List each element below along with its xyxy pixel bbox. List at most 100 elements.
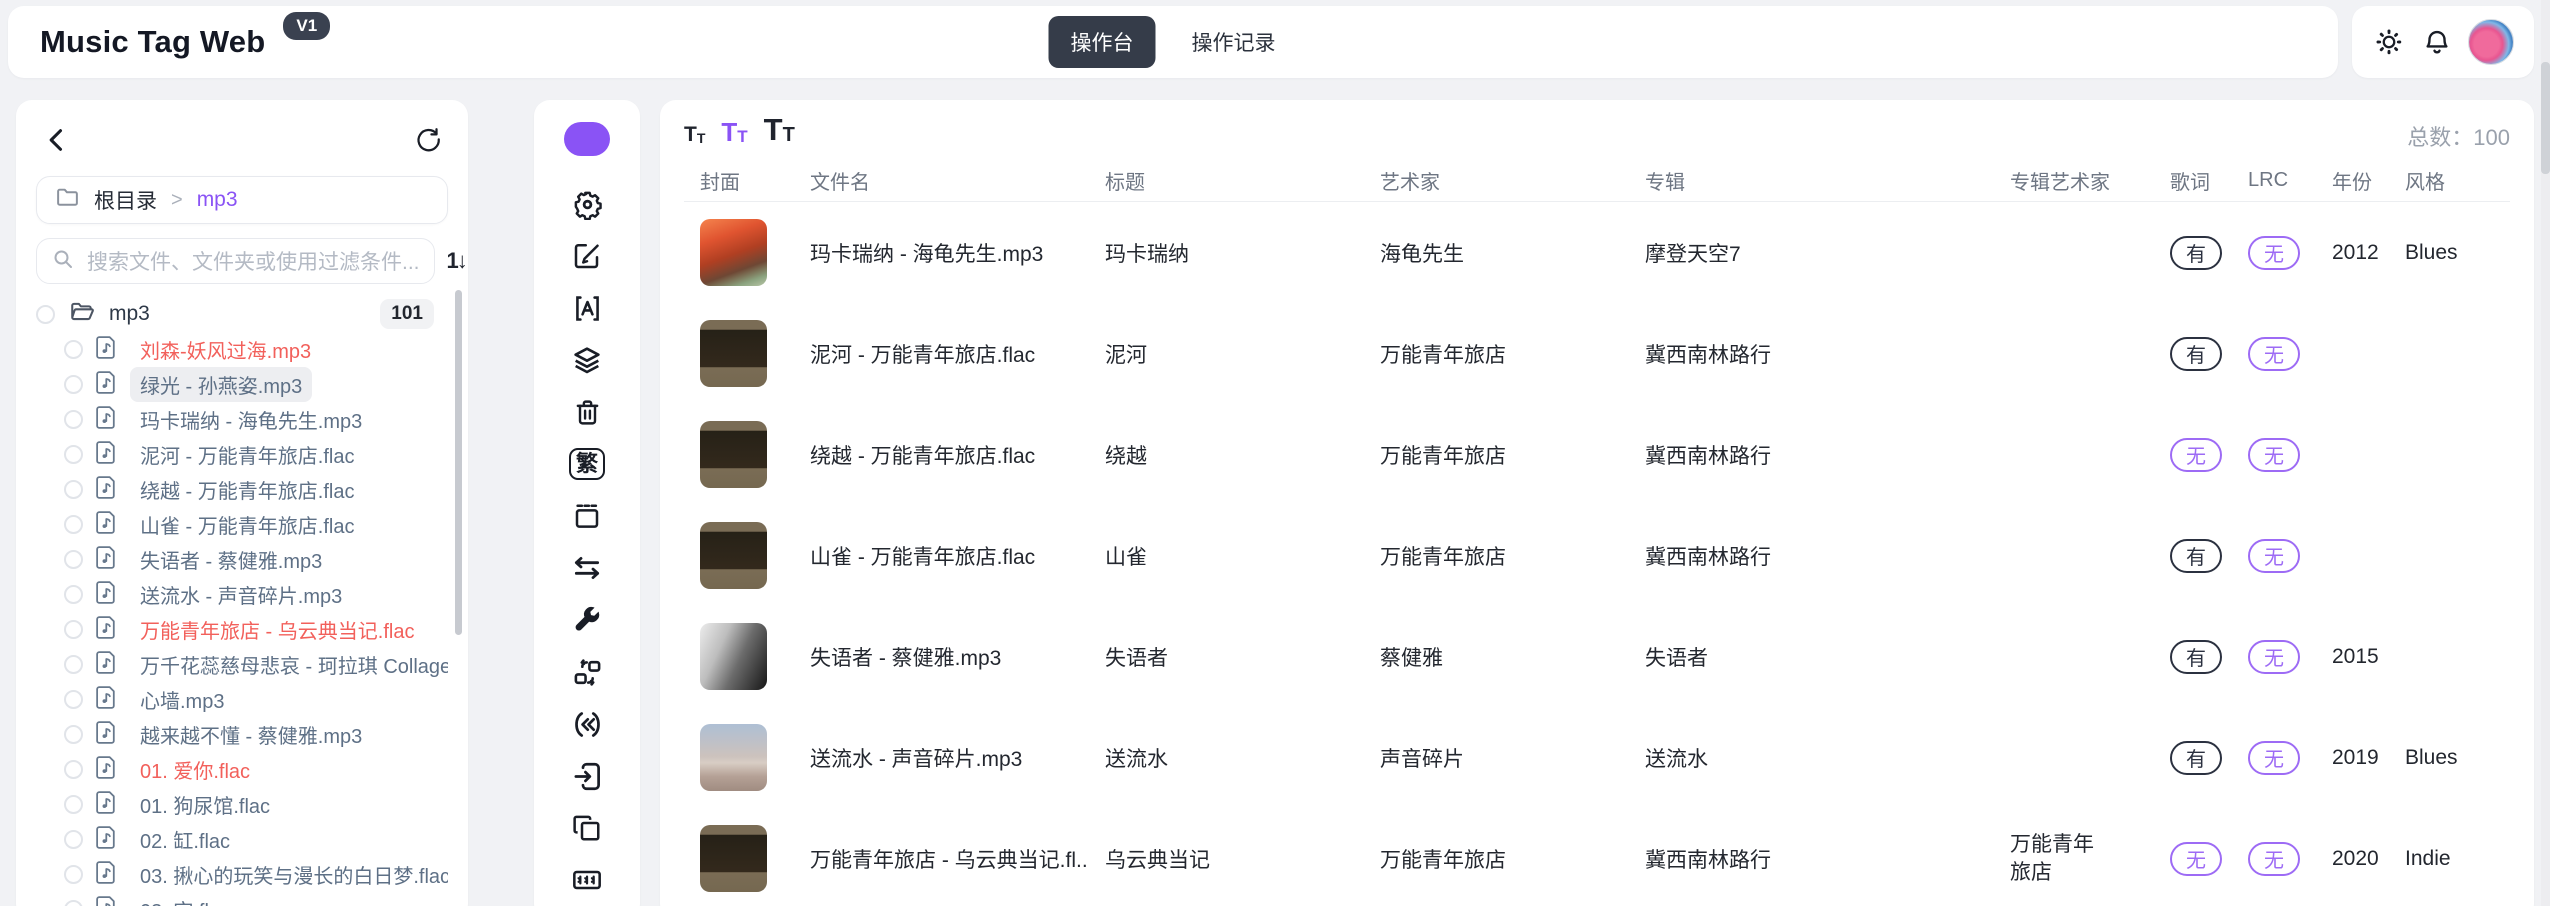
file-checkbox[interactable] <box>64 550 83 569</box>
col-filename[interactable]: 文件名 <box>794 166 1089 195</box>
font-size-small-button[interactable]: TT <box>684 124 705 145</box>
file-name[interactable]: 越来越不懂 - 蔡健雅.mp3 <box>130 717 372 752</box>
breadcrumb-root[interactable]: 根目录 <box>94 185 157 215</box>
cell-artist[interactable]: 万能青年旅店 <box>1364 844 1629 874</box>
cell-album[interactable]: 冀西南林路行 <box>1629 541 1994 571</box>
file-name[interactable]: 心墙.mp3 <box>130 682 234 717</box>
album-cover[interactable] <box>700 219 767 286</box>
col-lrc[interactable]: LRC <box>2232 169 2316 192</box>
cell-genre[interactable]: Blues <box>2389 746 2505 770</box>
file-name[interactable]: 03. 空.flac <box>130 892 240 906</box>
theme-sun-icon[interactable] <box>2372 25 2406 59</box>
table-row[interactable]: 泥河 - 万能青年旅店.flac 泥河 万能青年旅店 冀西南林路行 有 无 <box>684 303 2510 404</box>
layers-icon[interactable] <box>561 334 613 386</box>
page-scrollbar[interactable] <box>2541 0 2550 906</box>
cell-album[interactable]: 冀西南林路行 <box>1629 440 1994 470</box>
import-box-icon[interactable] <box>561 750 613 802</box>
file-checkbox[interactable] <box>64 830 83 849</box>
file-checkbox[interactable] <box>64 585 83 604</box>
col-year[interactable]: 年份 <box>2316 166 2389 195</box>
cell-title[interactable]: 乌云典当记 <box>1089 844 1364 874</box>
tree-file-item[interactable]: 万千花蕊慈母悲哀 - 珂拉琪 Collage.mp3 <box>36 647 448 682</box>
album-cover[interactable] <box>700 320 767 387</box>
album-cover[interactable] <box>700 825 767 892</box>
cell-title[interactable]: 送流水 <box>1089 743 1364 773</box>
cell-year[interactable]: 2020 <box>2316 847 2389 871</box>
table-row[interactable]: 山雀 - 万能青年旅店.flac 山雀 万能青年旅店 冀西南林路行 有 无 <box>684 505 2510 606</box>
translate-a-icon[interactable] <box>561 282 613 334</box>
col-cover[interactable]: 封面 <box>684 166 794 195</box>
file-name[interactable]: 01. 爱你.flac <box>130 752 260 787</box>
cell-title[interactable]: 玛卡瑞纳 <box>1089 238 1364 268</box>
tree-file-item[interactable]: 泥河 - 万能青年旅店.flac <box>36 437 448 472</box>
font-size-large-button[interactable]: TT <box>764 114 795 145</box>
double-chevron-brackets-icon[interactable] <box>561 698 613 750</box>
cell-artist[interactable]: 万能青年旅店 <box>1364 541 1629 571</box>
cell-artist[interactable]: 蔡健雅 <box>1364 642 1629 672</box>
root-folder-name[interactable]: mp3 <box>109 302 150 326</box>
cell-filename[interactable]: 失语者 - 蔡健雅.mp3 <box>794 642 1089 672</box>
file-checkbox[interactable] <box>64 410 83 429</box>
refresh-icon[interactable] <box>410 123 444 157</box>
user-avatar[interactable] <box>2468 19 2514 65</box>
cell-artist[interactable]: 声音碎片 <box>1364 743 1629 773</box>
file-checkbox[interactable] <box>64 725 83 744</box>
folder-checkbox[interactable] <box>36 305 55 324</box>
active-tool-indicator[interactable] <box>564 122 610 156</box>
table-row[interactable]: 玛卡瑞纳 - 海龟先生.mp3 玛卡瑞纳 海龟先生 摩登天空7 有 无 2012… <box>684 202 2510 303</box>
file-name[interactable]: 山雀 - 万能青年旅店.flac <box>130 507 364 542</box>
file-name[interactable]: 03. 揪心的玩笑与漫长的白日梦.flac <box>130 857 448 892</box>
cell-filename[interactable]: 绕越 - 万能青年旅店.flac <box>794 440 1089 470</box>
archive-box-icon[interactable] <box>561 490 613 542</box>
album-cover[interactable] <box>700 623 767 690</box>
cell-filename[interactable]: 万能青年旅店 - 乌云典当记.fl... <box>794 844 1089 874</box>
notification-bell-icon[interactable] <box>2420 25 2454 59</box>
file-checkbox[interactable] <box>64 655 83 674</box>
settings-gear-icon[interactable] <box>561 178 613 230</box>
file-checkbox[interactable] <box>64 375 83 394</box>
tree-file-item[interactable]: 03. 揪心的玩笑与漫长的白日梦.flac <box>36 857 448 892</box>
file-checkbox[interactable] <box>64 865 83 884</box>
cell-album[interactable]: 冀西南林路行 <box>1629 844 1994 874</box>
table-row[interactable]: 绕越 - 万能青年旅店.flac 绕越 万能青年旅店 冀西南林路行 无 无 <box>684 404 2510 505</box>
cell-album[interactable]: 摩登天空7 <box>1629 238 1994 268</box>
tree-file-item[interactable]: 刘森-妖风过海.mp3 <box>36 332 448 367</box>
transfer-arrows-icon[interactable] <box>561 542 613 594</box>
col-genre[interactable]: 风格 <box>2389 166 2505 195</box>
cell-album[interactable]: 冀西南林路行 <box>1629 339 1994 369</box>
cell-title[interactable]: 绕越 <box>1089 440 1364 470</box>
cell-filename[interactable]: 送流水 - 声音碎片.mp3 <box>794 743 1089 773</box>
file-name[interactable]: 绕越 - 万能青年旅店.flac <box>130 472 364 507</box>
cell-artist[interactable]: 海龟先生 <box>1364 238 1629 268</box>
cell-filename[interactable]: 山雀 - 万能青年旅店.flac <box>794 541 1089 571</box>
tree-file-item[interactable]: 失语者 - 蔡健雅.mp3 <box>36 542 448 577</box>
cell-filename[interactable]: 玛卡瑞纳 - 海龟先生.mp3 <box>794 238 1089 268</box>
table-row[interactable]: 万能青年旅店 - 乌云典当记.fl... 乌云典当记 万能青年旅店 冀西南林路行… <box>684 808 2510 906</box>
cell-genre[interactable]: Blues <box>2389 241 2505 265</box>
waveform-box-icon[interactable] <box>561 854 613 906</box>
edit-pencil-icon[interactable] <box>561 230 613 282</box>
tree-file-item[interactable]: 01. 狗尿馆.flac <box>36 787 448 822</box>
wrench-icon[interactable] <box>561 594 613 646</box>
cell-year[interactable]: 2015 <box>2316 645 2389 669</box>
breadcrumb[interactable]: 根目录 > mp3 <box>36 176 448 224</box>
file-name[interactable]: 绿光 - 孙燕姿.mp3 <box>130 367 312 402</box>
tree-scrollbar[interactable] <box>455 290 462 635</box>
back-chevron-icon[interactable] <box>40 123 74 157</box>
album-cover[interactable] <box>700 724 767 791</box>
cell-album-artist[interactable]: 万能青年旅店 <box>1994 831 2154 886</box>
tree-file-item[interactable]: 01. 爱你.flac <box>36 752 448 787</box>
col-lyrics[interactable]: 歌词 <box>2154 166 2232 195</box>
file-name[interactable]: 02. 缸.flac <box>130 822 240 857</box>
swap-replace-icon[interactable] <box>561 646 613 698</box>
traditional-chinese-icon[interactable]: 繁 <box>561 438 613 490</box>
tree-file-item[interactable]: 心墙.mp3 <box>36 682 448 717</box>
file-name[interactable]: 玛卡瑞纳 - 海龟先生.mp3 <box>130 402 372 437</box>
col-album-artist[interactable]: 专辑艺术家 <box>1994 166 2154 195</box>
tree-file-item[interactable]: 绿光 - 孙燕姿.mp3 <box>36 367 448 402</box>
tree-file-item[interactable]: 02. 缸.flac <box>36 822 448 857</box>
file-name[interactable]: 送流水 - 声音碎片.mp3 <box>130 577 352 612</box>
cell-genre[interactable]: Indie <box>2389 847 2505 871</box>
file-name[interactable]: 刘森-妖风过海.mp3 <box>130 332 321 367</box>
cell-filename[interactable]: 泥河 - 万能青年旅店.flac <box>794 339 1089 369</box>
